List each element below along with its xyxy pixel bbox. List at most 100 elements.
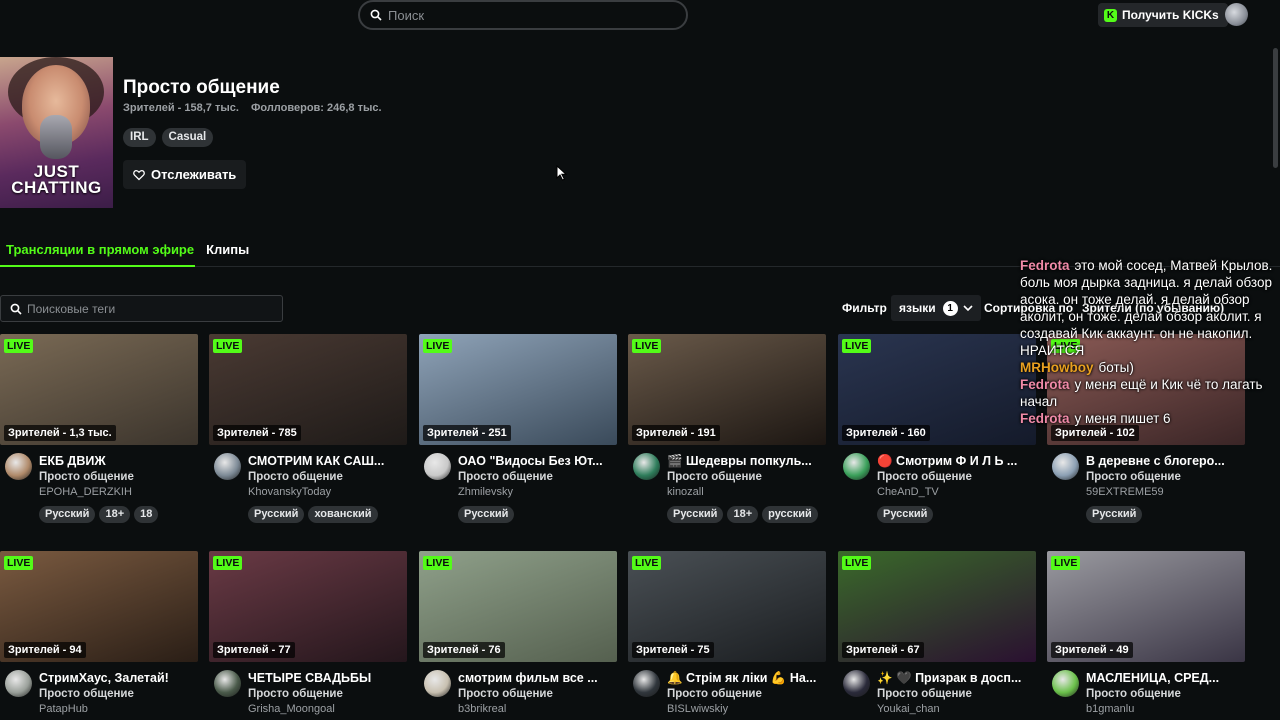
follow-button[interactable]: Отслеживать: [123, 160, 247, 189]
stream-thumbnail[interactable]: LIVE Зрителей - 94: [0, 551, 198, 662]
stream-category[interactable]: Просто общение: [877, 688, 972, 700]
channel-avatar[interactable]: [5, 670, 32, 697]
stream-thumbnail[interactable]: LIVE Зрителей - 77: [209, 551, 407, 662]
stream-card[interactable]: LIVE Зрителей - 77 ЧЕТЫРЕ СВАДЬБЫ Просто…: [209, 551, 407, 720]
stream-tag[interactable]: Русский: [39, 506, 96, 523]
stream-category[interactable]: Просто общение: [39, 471, 134, 483]
stream-title[interactable]: 🔴 Смотрим Ф И Л Ь ...: [877, 454, 1035, 469]
stream-thumbnail[interactable]: LIVE Зрителей - 67: [838, 551, 1036, 662]
stream-tag[interactable]: Русский: [248, 506, 305, 523]
channel-avatar[interactable]: [214, 453, 241, 480]
stream-category[interactable]: Просто общение: [39, 688, 134, 700]
stream-title[interactable]: ОАО "Видосы Без Ют...: [458, 454, 616, 468]
stream-thumbnail[interactable]: LIVE Зрителей - 160: [838, 334, 1036, 445]
chat-username[interactable]: Fedrota: [1020, 377, 1070, 392]
stream-title[interactable]: ЧЕТЫРЕ СВАДЬБЫ: [248, 671, 406, 685]
stream-category[interactable]: Просто общение: [667, 688, 762, 700]
live-badge: LIVE: [423, 556, 453, 570]
stream-category[interactable]: Просто общение: [877, 471, 972, 483]
stream-tag[interactable]: 18: [134, 506, 159, 523]
stream-category[interactable]: Просто общение: [1086, 688, 1181, 700]
chat-username[interactable]: Fedrota: [1020, 411, 1070, 426]
language-filter-dropdown[interactable]: языки 1: [891, 295, 981, 321]
stream-title[interactable]: ✨ 🖤 Призрак в досп...: [877, 671, 1035, 686]
channel-name[interactable]: CheAnD_TV: [877, 486, 939, 498]
stream-tag[interactable]: 18+: [99, 506, 131, 523]
channel-name[interactable]: b3brikreal: [458, 703, 506, 715]
channel-avatar[interactable]: [424, 670, 451, 697]
channel-name[interactable]: Youkai_chan: [877, 703, 940, 715]
stream-card[interactable]: LIVE Зрителей - 785 СМОТРИМ КАК САШ... П…: [209, 334, 407, 527]
stream-card[interactable]: LIVE Зрителей - 76 смотрим фильм все ...…: [419, 551, 617, 720]
stream-thumbnail[interactable]: LIVE Зрителей - 251: [419, 334, 617, 445]
stream-category[interactable]: Просто общение: [248, 471, 343, 483]
channel-name[interactable]: PatapHub: [39, 703, 88, 715]
stream-title[interactable]: 🔔 Стрім як ліки 💪 На...: [667, 671, 825, 686]
channel-avatar[interactable]: [843, 670, 870, 697]
channel-avatar[interactable]: [1052, 670, 1079, 697]
chat-username[interactable]: MRHowboy: [1020, 360, 1094, 375]
stream-title[interactable]: смотрим фильм все ...: [458, 671, 616, 685]
tag-irl[interactable]: IRL: [123, 128, 156, 147]
chat-username[interactable]: Fedrota: [1020, 258, 1070, 273]
stream-tag[interactable]: Русский: [667, 506, 724, 523]
stream-title[interactable]: МАСЛЕНИЦА, СРЕД...: [1086, 671, 1244, 685]
global-search[interactable]: [358, 0, 688, 30]
user-avatar[interactable]: [1225, 3, 1248, 26]
stream-card[interactable]: LIVE Зрителей - 75 🔔 Стрім як ліки 💪 На.…: [628, 551, 826, 720]
channel-avatar[interactable]: [633, 453, 660, 480]
tag-search[interactable]: [0, 295, 283, 322]
stream-category[interactable]: Просто общение: [1086, 471, 1181, 483]
channel-avatar[interactable]: [633, 670, 660, 697]
channel-name[interactable]: Grisha_Moongoal: [248, 703, 335, 715]
stream-card[interactable]: LIVE Зрителей - 251 ОАО "Видосы Без Ют..…: [419, 334, 617, 527]
channel-name[interactable]: b1gmanlu: [1086, 703, 1134, 715]
stream-title[interactable]: СМОТРИМ КАК САШ...: [248, 454, 406, 468]
stream-card[interactable]: LIVE Зрителей - 191 🎬 Шедевры попкуль...…: [628, 334, 826, 527]
stream-category[interactable]: Просто общение: [458, 688, 553, 700]
stream-tag[interactable]: русский: [762, 506, 818, 523]
stream-card[interactable]: LIVE Зрителей - 1,3 тыс. ЕКБ ДВИЖ Просто…: [0, 334, 198, 527]
stream-title[interactable]: ЕКБ ДВИЖ: [39, 454, 197, 468]
stream-thumbnail[interactable]: LIVE Зрителей - 75: [628, 551, 826, 662]
tag-casual[interactable]: Casual: [161, 128, 214, 147]
channel-avatar[interactable]: [424, 453, 451, 480]
stream-category[interactable]: Просто общение: [458, 471, 553, 483]
channel-name[interactable]: EPOHA_DERZKIH: [39, 486, 132, 498]
stream-card[interactable]: LIVE Зрителей - 94 СтримХаус, Залетай! П…: [0, 551, 198, 720]
stream-category[interactable]: Просто общение: [248, 688, 343, 700]
stream-title[interactable]: В деревне с блогеро...: [1086, 454, 1244, 468]
stream-thumbnail[interactable]: LIVE Зрителей - 49: [1047, 551, 1245, 662]
channel-avatar[interactable]: [214, 670, 241, 697]
search-input[interactable]: [388, 7, 668, 23]
stream-thumbnail[interactable]: LIVE Зрителей - 1,3 тыс.: [0, 334, 198, 445]
channel-name[interactable]: KhovanskyToday: [248, 486, 331, 498]
channel-name[interactable]: 59EXTREME59: [1086, 486, 1164, 498]
channel-name[interactable]: BISLwiwskiy: [667, 703, 728, 715]
scrollbar-thumb[interactable]: [1273, 48, 1278, 168]
stream-tag[interactable]: Русский: [877, 506, 934, 523]
channel-name[interactable]: Zhmilevsky: [458, 486, 513, 498]
channel-avatar[interactable]: [1052, 453, 1079, 480]
stream-card[interactable]: LIVE Зрителей - 160 🔴 Смотрим Ф И Л Ь ..…: [838, 334, 1036, 527]
channel-avatar[interactable]: [5, 453, 32, 480]
stream-thumbnail[interactable]: LIVE Зрителей - 76: [419, 551, 617, 662]
stream-tag[interactable]: 18+: [727, 506, 759, 523]
channel-avatar[interactable]: [843, 453, 870, 480]
tag-search-input[interactable]: [27, 301, 267, 316]
stream-thumbnail[interactable]: LIVE Зрителей - 785: [209, 334, 407, 445]
stream-tag[interactable]: Русский: [1086, 506, 1143, 523]
stream-category[interactable]: Просто общение: [667, 471, 762, 483]
channel-name[interactable]: kinozall: [667, 486, 704, 498]
stream-tag[interactable]: Русский: [458, 506, 515, 523]
stream-title[interactable]: 🎬 Шедевры попкуль...: [667, 454, 825, 469]
stream-title[interactable]: СтримХаус, Залетай!: [39, 671, 197, 685]
stream-tag[interactable]: хованский: [308, 506, 378, 523]
get-kicks-button[interactable]: K Получить KICKs: [1098, 3, 1228, 27]
stream-thumbnail[interactable]: LIVE Зрителей - 191: [628, 334, 826, 445]
tab-clips[interactable]: Клипы: [200, 241, 255, 266]
stream-card[interactable]: LIVE Зрителей - 49 МАСЛЕНИЦА, СРЕД... Пр…: [1047, 551, 1245, 720]
tab-live-streams[interactable]: Трансляции в прямом эфире: [0, 241, 200, 266]
stream-card[interactable]: LIVE Зрителей - 67 ✨ 🖤 Призрак в досп...…: [838, 551, 1036, 720]
live-badge: LIVE: [4, 556, 34, 570]
